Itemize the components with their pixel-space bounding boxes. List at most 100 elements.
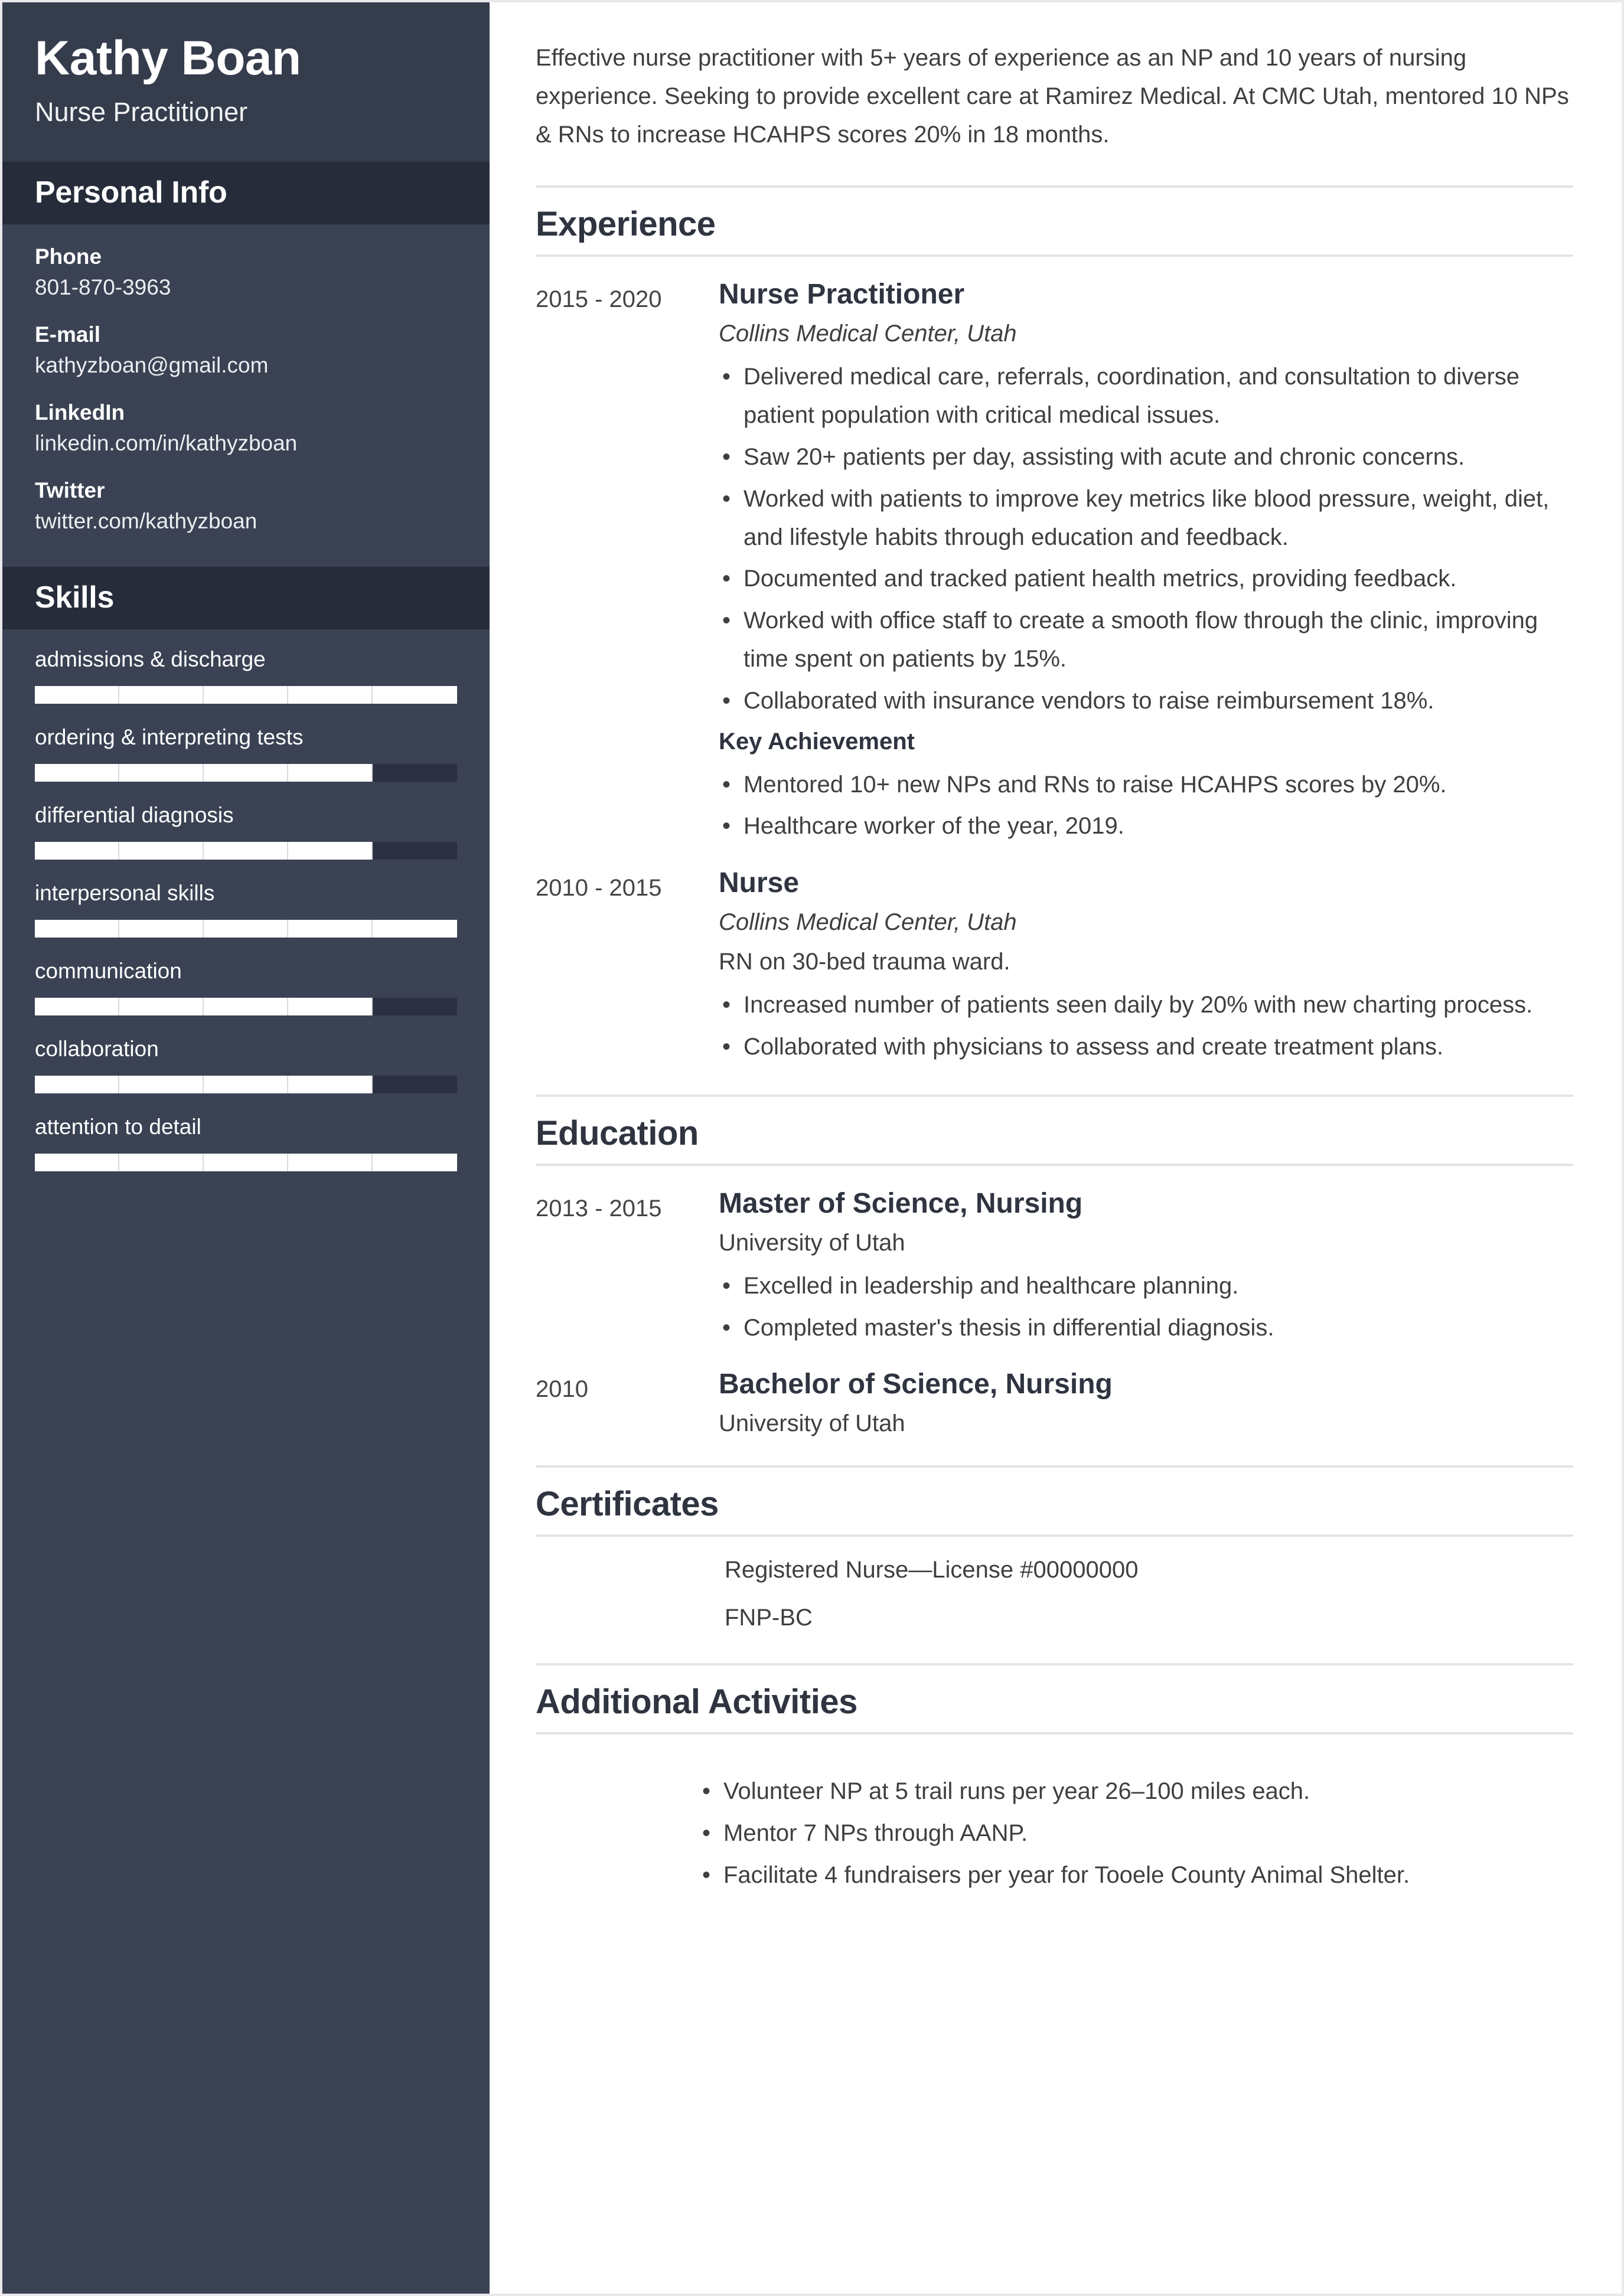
certificate-item: Registered Nurse—License #00000000 [725,1557,1139,1583]
skill-segment [373,686,457,704]
entry-bullet-list: Increased number of patients seen daily … [719,986,1573,1066]
skill-label: differential diagnosis [35,803,234,828]
divider [536,1663,1573,1666]
skill-segment [35,686,119,704]
skill-level-bar [35,920,457,938]
personal-info-value[interactable]: kathyzboan@gmail.com [35,353,457,378]
skill-segment [204,764,288,782]
skill-segment [204,686,288,704]
entry-body: Nurse Practitioner Collins Medical Center… [719,277,1573,845]
bullet-item: Delivered medical care, referrals, coord… [719,358,1573,435]
divider [536,1732,1573,1735]
skill-segment [119,764,204,782]
section-certificates: Certificates Registered Nurse—License #0… [536,1471,1573,1663]
personal-info-item: Twitter twitter.com/kathyzboan [35,478,457,534]
education-entry-list: 2013 - 2015 Master of Science, Nursing Uni… [536,1166,1573,1438]
divider [536,185,1573,188]
personal-info-value[interactable]: twitter.com/kathyzboan [35,509,457,534]
entry-dates: 2010 - 2015 [536,875,662,902]
personal-info-label: LinkedIn [35,400,125,425]
entry-dates: 2015 - 2020 [536,286,662,313]
personal-info-value[interactable]: 801-870-3963 [35,275,457,300]
entry-title: Nurse Practitioner [719,279,965,311]
skill-segment [119,920,204,938]
skill-item: communication [35,959,457,1016]
skill-segment [119,1154,204,1172]
bullet-item: Worked with office staff to create a smo… [719,602,1573,678]
activity-item: Volunteer NP at 5 trail runs per year 26… [699,1772,1573,1811]
personal-info-body: Phone 801-870-3963 E-mail kathyzboan@gmail.… [2,224,490,567]
entry-bullet-list: Delivered medical care, referrals, coord… [719,358,1573,720]
personal-info-label: Phone [35,244,102,269]
personal-info-value[interactable]: linkedin.com/in/kathyzboan [35,431,457,456]
skill-segment [119,1076,204,1094]
personal-info-item: E-mail kathyzboan@gmail.com [35,322,457,378]
skill-level-bar [35,842,457,860]
skill-segment [35,920,119,938]
skill-level-bar [35,686,457,704]
skill-segment [288,920,373,938]
skill-segment [35,842,119,860]
skill-segment [373,842,457,860]
personal-info-heading: Personal Info [35,175,227,210]
skills-body: admissions & discharge ordering & interpr… [2,629,490,1228]
entry-organization: University of Utah [719,1410,905,1437]
skill-level-bar [35,764,457,782]
activities-heading: Additional Activities [536,1683,857,1722]
bullet-item: Excelled in leadership and healthcare pl… [719,1267,1573,1305]
entry-title: Master of Science, Nursing [719,1187,1083,1219]
skill-segment [119,686,204,704]
entry-body: Bachelor of Science, Nursing University o… [719,1367,1573,1437]
skill-segment [288,1154,373,1172]
entry-title: Nurse [719,867,800,899]
resume-document: Kathy Boan Nurse Practitioner Personal I… [0,0,1624,2296]
experience-entry-list: 2015 - 2020 Nurse Practitioner Collins Med… [536,257,1573,1066]
section-experience: Experience 2015 - 2020 Nurse Practitioner… [536,191,1573,1094]
divider [536,1465,1573,1468]
skill-item: ordering & interpreting tests [35,725,457,782]
section-activities: Additional Activities Volunteer NP at 5 … [536,1669,1573,1895]
skill-segment [373,1076,457,1094]
skill-level-bar [35,998,457,1016]
skill-item: admissions & discharge [35,647,457,704]
skill-segment [288,764,373,782]
skill-level-bar [35,1154,457,1172]
skill-segment [204,920,288,938]
personal-info-header: Personal Info [2,162,490,225]
bullet-item: Documented and tracked patient health me… [719,560,1573,598]
skill-item: interpersonal skills [35,881,457,938]
main-column: Effective nurse practitioner with 5+ yea… [490,2,1622,2294]
key-achievement-label: Key Achievement [719,728,915,755]
certificate-item: FNP-BC [725,1605,813,1631]
timeline-entry: 2010 - 2015 Nurse Collins Medical Center, … [536,845,1573,1066]
entry-note: RN on 30-bed trauma ward. [719,949,1010,975]
timeline-entry: 2010 Bachelor of Science, Nursing Universi… [536,1347,1573,1437]
skill-segment [288,842,373,860]
timeline-entry: 2013 - 2015 Master of Science, Nursing Uni… [536,1166,1573,1347]
bullet-item: Worked with patients to improve key metr… [719,480,1573,557]
skill-segment [373,764,457,782]
experience-heading: Experience [536,205,716,244]
certificates-item-list: Registered Nurse—License #00000000 FNP-BC [536,1537,1573,1631]
bullet-item: Increased number of patients seen daily … [719,986,1573,1024]
professional-summary: Effective nurse practitioner with 5+ yea… [536,45,1569,148]
skill-label: admissions & discharge [35,647,266,672]
education-heading: Education [536,1113,699,1152]
divider [536,1094,1573,1097]
candidate-name: Kathy Boan [35,31,301,85]
skill-segment [35,1154,119,1172]
skill-segment [288,998,373,1016]
personal-info-item: LinkedIn linkedin.com/in/kathyzboan [35,400,457,456]
skill-segment [373,998,457,1016]
personal-info-label: E-mail [35,322,101,347]
skill-label: collaboration [35,1037,159,1062]
entry-body: Nurse Collins Medical Center, Utah RN on 3… [719,866,1573,1066]
skill-label: ordering & interpreting tests [35,725,304,750]
skill-segment [35,998,119,1016]
skills-header: Skills [2,567,490,630]
personal-info-label: Twitter [35,478,105,503]
entry-body: Master of Science, Nursing University of … [719,1186,1573,1347]
skill-label: attention to detail [35,1115,201,1139]
skill-segment [373,920,457,938]
skill-segment [119,998,204,1016]
